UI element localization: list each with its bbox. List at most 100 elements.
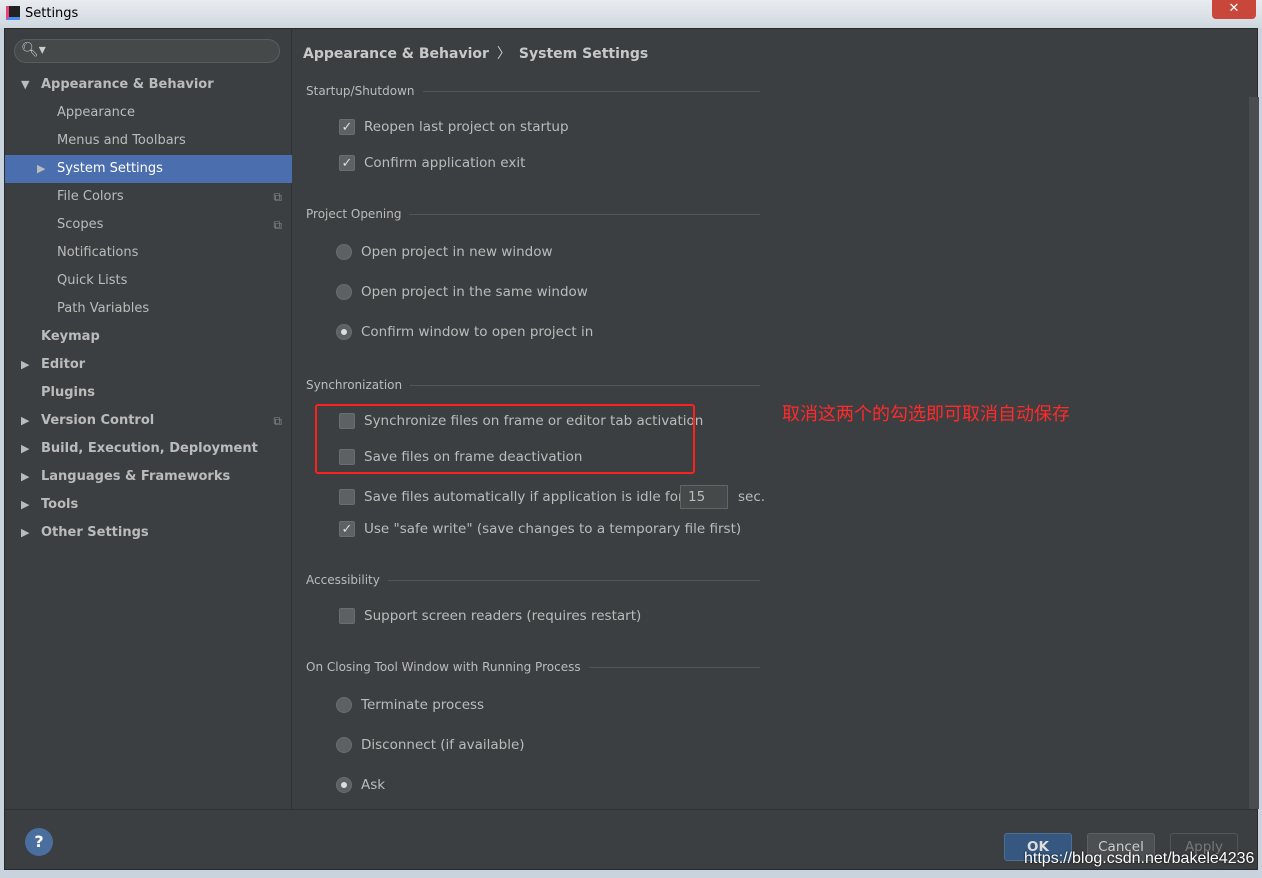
tree-item-label: Tools xyxy=(41,497,79,512)
tree-item-label: Editor xyxy=(41,357,86,372)
scrollbar[interactable] xyxy=(1249,97,1259,809)
radio-button[interactable] xyxy=(336,737,352,753)
title-bar: Settings ✕ xyxy=(0,0,1262,28)
section-synchronization: Synchronization xyxy=(306,378,760,392)
option-label: Reopen last project on startup xyxy=(364,119,569,135)
tree-item-label: Build, Execution, Deployment xyxy=(41,441,258,456)
tree-item-label: Plugins xyxy=(41,385,95,400)
collapsed-arrow-icon[interactable]: ▶ xyxy=(21,491,29,519)
tree-item-label: Appearance & Behavior xyxy=(41,77,214,92)
radio-button[interactable] xyxy=(336,777,352,793)
watermark: https://blog.csdn.net/bakele4236 xyxy=(1024,850,1255,867)
collapsed-arrow-icon[interactable]: ▶ xyxy=(21,463,29,491)
radio-button[interactable] xyxy=(336,697,352,713)
project-scope-icon: ⧉ xyxy=(273,190,282,204)
breadcrumb: Appearance & Behavior 〉 System Settings xyxy=(303,43,648,63)
tree-item-label: File Colors xyxy=(57,189,124,204)
window-title: Settings xyxy=(25,6,79,21)
tree-item-quick-lists[interactable]: Quick Lists xyxy=(5,267,292,295)
collapsed-arrow-icon[interactable]: ▶ xyxy=(37,155,45,183)
radio-button[interactable] xyxy=(336,284,352,300)
tree-item-menus-and-toolbars[interactable]: Menus and Toolbars xyxy=(5,127,292,155)
reopen-option[interactable]: ✓ Reopen last project on startup xyxy=(339,119,569,135)
expanded-arrow-icon[interactable]: ▼ xyxy=(21,71,29,99)
checkbox[interactable] xyxy=(339,608,355,624)
tree-item-label: Path Variables xyxy=(57,301,150,316)
tree-item-languages-frameworks[interactable]: ▶ Languages & Frameworks xyxy=(5,463,292,491)
tree-item-system-settings[interactable]: ▶ System Settings xyxy=(5,155,292,183)
tree-item-scopes[interactable]: Scopes ⧉ xyxy=(5,211,292,239)
collapsed-arrow-icon[interactable]: ▶ xyxy=(21,435,29,463)
annotation-text: 取消这两个的勾选即可取消自动保存 xyxy=(782,404,1070,425)
tree-item-label: Other Settings xyxy=(41,525,149,540)
new-window-option[interactable]: Open project in new window xyxy=(336,244,553,260)
option-label: Disconnect (if available) xyxy=(361,737,525,753)
ask-option[interactable]: Ask xyxy=(336,777,385,793)
confirm-exit-option[interactable]: ✓ Confirm application exit xyxy=(339,155,525,171)
collapsed-arrow-icon[interactable]: ▶ xyxy=(21,351,29,379)
idle-unit-label: sec. xyxy=(738,489,766,505)
safe-write-option[interactable]: ✓ Use "safe write" (save changes to a tem… xyxy=(339,521,741,537)
tree-item-path-variables[interactable]: Path Variables xyxy=(5,295,292,323)
section-project-opening: Project Opening xyxy=(306,207,760,221)
help-button[interactable]: ? xyxy=(25,828,53,856)
tree-item-version-control[interactable]: ▶ Version Control ⧉ xyxy=(5,407,292,435)
tree-item-label: System Settings xyxy=(57,161,163,176)
disconnect-option[interactable]: Disconnect (if available) xyxy=(336,737,525,753)
checkbox[interactable]: ✓ xyxy=(339,521,355,537)
tree-item-file-colors[interactable]: File Colors ⧉ xyxy=(5,183,292,211)
option-label: Terminate process xyxy=(361,697,485,713)
tree-item-label: Quick Lists xyxy=(57,273,128,288)
tree-item-label: Scopes xyxy=(57,217,104,232)
option-label: Open project in new window xyxy=(361,244,553,260)
confirm-window-option[interactable]: Confirm window to open project in xyxy=(336,324,593,340)
option-label: Ask xyxy=(361,777,386,793)
option-label: Confirm window to open project in xyxy=(361,324,594,340)
app-icon xyxy=(6,6,20,20)
tree-item-label: Notifications xyxy=(57,245,139,260)
option-label: Support screen readers (requires restart… xyxy=(364,608,642,624)
save-idle-row: Save files automatically if application … xyxy=(339,485,765,509)
save-idle-checkbox[interactable] xyxy=(339,489,355,505)
tree-item-build-execution-deployment[interactable]: ▶ Build, Execution, Deployment xyxy=(5,435,292,463)
tree-item-editor[interactable]: ▶ Editor xyxy=(5,351,292,379)
idle-seconds-input[interactable]: 15 xyxy=(680,485,728,509)
tree-item-notifications[interactable]: Notifications xyxy=(5,239,292,267)
breadcrumb-parent[interactable]: Appearance & Behavior xyxy=(303,46,489,62)
tree-item-keymap[interactable]: Keymap xyxy=(5,323,292,351)
search-icon: 🔍︎▾ xyxy=(21,42,46,58)
tree-item-label: Languages & Frameworks xyxy=(41,469,231,484)
checkbox[interactable]: ✓ xyxy=(339,155,355,171)
breadcrumb-separator: 〉 xyxy=(496,46,511,62)
tree-item-label: Keymap xyxy=(41,329,100,344)
project-scope-icon: ⧉ xyxy=(273,414,282,428)
sidebar: 🔍︎▾ ▼ Appearance & Behavior Appearance Menu… xyxy=(5,29,292,809)
tree-item-other-settings[interactable]: ▶ Other Settings xyxy=(5,519,292,547)
tree-item-plugins[interactable]: Plugins xyxy=(5,379,292,407)
breadcrumb-current: System Settings xyxy=(518,46,649,62)
collapsed-arrow-icon[interactable]: ▶ xyxy=(21,519,29,547)
section-accessibility: Accessibility xyxy=(306,573,760,587)
terminate-option[interactable]: Terminate process xyxy=(336,697,484,713)
section-closing-tool-window: On Closing Tool Window with Running Proc… xyxy=(306,660,760,674)
tree-item-appearance[interactable]: Appearance xyxy=(5,99,292,127)
radio-button[interactable] xyxy=(336,324,352,340)
search-input[interactable]: 🔍︎▾ xyxy=(14,39,280,63)
tree-item-tools[interactable]: ▶ Tools xyxy=(5,491,292,519)
option-label: Confirm application exit xyxy=(364,155,526,171)
highlight-box xyxy=(315,404,695,474)
option-label: Use "safe write" (save changes to a temp… xyxy=(364,521,742,537)
collapsed-arrow-icon[interactable]: ▶ xyxy=(21,407,29,435)
tree-item-label: Version Control xyxy=(41,413,155,428)
same-window-option[interactable]: Open project in the same window xyxy=(336,284,588,300)
close-button[interactable]: ✕ xyxy=(1212,0,1256,19)
project-scope-icon: ⧉ xyxy=(273,218,282,232)
tree-item-label: Appearance xyxy=(57,105,136,120)
section-startup: Startup/Shutdown xyxy=(306,84,760,98)
checkbox[interactable]: ✓ xyxy=(339,119,355,135)
tree-item-appearance-behavior[interactable]: ▼ Appearance & Behavior xyxy=(5,71,292,99)
tree-item-label: Menus and Toolbars xyxy=(57,133,186,148)
option-label: Open project in the same window xyxy=(361,284,588,300)
screen-readers-option[interactable]: Support screen readers (requires restart… xyxy=(339,608,641,624)
radio-button[interactable] xyxy=(336,244,352,260)
